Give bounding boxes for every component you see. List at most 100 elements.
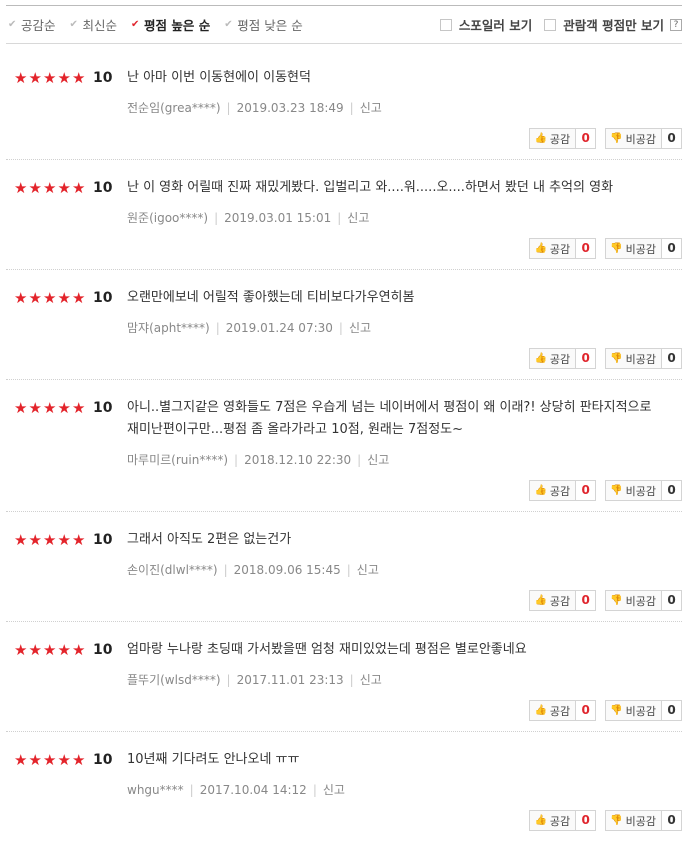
dislike-button[interactable]: 👎 비공감 0 <box>605 238 682 259</box>
dislike-count: 0 <box>667 131 676 145</box>
star-icon: ★ <box>28 641 42 659</box>
thumbs-up-icon: 👍 <box>534 815 547 826</box>
audience-checkbox[interactable] <box>544 18 557 31</box>
review-meta: 마루미르(ruin****) | 2018.12.10 22:30 | 신고 <box>127 451 389 468</box>
review-date: 2017.10.04 14:12 <box>199 783 307 797</box>
divider: | <box>338 321 343 335</box>
star-icon: ★ <box>72 751 86 769</box>
star-rating: ★ ★ ★ ★ ★ <box>14 290 87 306</box>
audience-filter[interactable]: 관람객 평점만 보기? <box>544 15 682 34</box>
like-count: 0 <box>581 483 590 497</box>
sort-bar: ✔ 공감순 ✔ 최신순 ✔ 평점 높은 순 ✔ 평점 낮은 순 스포일러 보기 관람객 … <box>6 5 682 44</box>
report-link[interactable]: 신고 <box>357 563 379 577</box>
star-icon: ★ <box>14 289 28 307</box>
divider: | <box>226 101 231 115</box>
vote-buttons: 👍 공감 0 👎 비공감 0 <box>520 238 682 259</box>
thumbs-down-icon: 👎 <box>610 133 623 144</box>
like-count: 0 <box>581 703 590 717</box>
thumbs-up-icon: 👍 <box>534 243 547 254</box>
review-meta: 플뚜기(wlsd****) | 2017.11.01 23:13 | 신고 <box>127 671 382 688</box>
star-rating: ★ ★ ★ ★ ★ <box>14 400 87 416</box>
vote-buttons: 👍 공감 0 👎 비공감 0 <box>520 128 682 149</box>
star-icon: ★ <box>57 751 71 769</box>
spoiler-filter[interactable]: 스포일러 보기 <box>439 15 532 34</box>
review-meta: 원준(igoo****) | 2019.03.01 15:01 | 신고 <box>127 209 369 226</box>
star-icon: ★ <box>43 399 57 417</box>
star-icon: ★ <box>14 69 28 87</box>
review-text: 10년째 기다려도 안나오네 ㅠㅠ <box>127 752 300 767</box>
review-item: ★ ★ ★ ★ ★ 10 아니..별그지같은 영화들도 7점은 우습게 넘는 네이버에서… <box>6 400 682 512</box>
dislike-button[interactable]: 👎 비공감 0 <box>605 128 682 149</box>
review-score: 10 <box>93 180 113 196</box>
like-button[interactable]: 👍 공감 0 <box>529 700 597 721</box>
help-icon[interactable]: ? <box>670 18 682 31</box>
report-link[interactable]: 신고 <box>360 673 382 687</box>
vote-buttons: 👍 공감 0 👎 비공감 0 <box>520 590 682 611</box>
star-icon: ★ <box>57 399 71 417</box>
star-icon: ★ <box>14 641 28 659</box>
review-author: 원준(igoo****) <box>127 211 209 225</box>
report-link[interactable]: 신고 <box>323 783 345 797</box>
vote-buttons: 👍 공감 0 👎 비공감 0 <box>520 348 682 369</box>
thumbs-down-icon: 👎 <box>610 353 623 364</box>
dislike-button[interactable]: 👎 비공감 0 <box>605 480 682 501</box>
divider: | <box>226 673 231 687</box>
dislike-count: 0 <box>667 483 676 497</box>
like-button[interactable]: 👍 공감 0 <box>529 480 597 501</box>
thumbs-down-icon: 👎 <box>610 485 623 496</box>
like-button[interactable]: 👍 공감 0 <box>529 128 597 149</box>
star-icon: ★ <box>28 751 42 769</box>
thumbs-up-icon: 👍 <box>534 485 547 496</box>
report-link[interactable]: 신고 <box>347 211 369 225</box>
star-icon: ★ <box>57 179 71 197</box>
star-icon: ★ <box>14 531 28 549</box>
review-text: 그래서 아직도 2편은 없는건가 <box>127 532 292 547</box>
review-date: 2018.12.10 22:30 <box>244 453 352 467</box>
star-icon: ★ <box>57 641 71 659</box>
divider: | <box>349 673 354 687</box>
check-icon: ✔ <box>69 19 78 30</box>
report-link[interactable]: 신고 <box>360 101 382 115</box>
review-text: 난 아마 이번 이동현에이 이동현덕 <box>127 70 311 85</box>
like-button[interactable]: 👍 공감 0 <box>529 238 597 259</box>
vote-buttons: 👍 공감 0 👎 비공감 0 <box>520 700 682 721</box>
review-author: 플뚜기(wlsd****) <box>127 673 221 687</box>
vote-buttons: 👍 공감 0 👎 비공감 0 <box>520 480 682 501</box>
star-icon: ★ <box>14 179 28 197</box>
check-icon: ✔ <box>131 19 140 30</box>
star-icon: ★ <box>43 641 57 659</box>
divider: | <box>189 783 194 797</box>
thumbs-down-icon: 👎 <box>610 595 623 606</box>
star-icon: ★ <box>43 179 57 197</box>
sort-sympathy[interactable]: ✔ 공감순 <box>8 15 56 34</box>
star-icon: ★ <box>14 751 28 769</box>
review-author: 손이진(dlwl****) <box>127 563 218 577</box>
star-rating: ★ ★ ★ ★ ★ <box>14 180 87 196</box>
report-link[interactable]: 신고 <box>367 453 389 467</box>
review-text: 엄마랑 누나랑 초딩때 가서봤을땐 엄청 재미있었는데 평점은 별로안좋네요 <box>127 642 527 657</box>
divider: | <box>214 211 219 225</box>
review-meta: 손이진(dlwl****) | 2018.09.06 15:45 | 신고 <box>127 561 379 578</box>
review-score: 10 <box>93 642 113 658</box>
dislike-button[interactable]: 👎 비공감 0 <box>605 700 682 721</box>
filter-group: 스포일러 보기 관람객 평점만 보기? <box>428 15 682 34</box>
review-text: 오랜만에보네 어릴적 좋아했는데 티비보다가우연히봄 <box>127 290 415 305</box>
like-count: 0 <box>581 131 590 145</box>
review-item: ★ ★ ★ ★ ★ 10 10년째 기다려도 안나오네 ㅠㅠ whgu**** | 2017… <box>6 752 682 838</box>
report-link[interactable]: 신고 <box>349 321 371 335</box>
like-button[interactable]: 👍 공감 0 <box>529 348 597 369</box>
like-button[interactable]: 👍 공감 0 <box>529 590 597 611</box>
sort-high-score[interactable]: ✔ 평점 높은 순 <box>131 15 210 34</box>
like-button[interactable]: 👍 공감 0 <box>529 810 597 831</box>
review-date: 2019.03.23 18:49 <box>236 101 344 115</box>
review-score: 10 <box>93 70 113 86</box>
dislike-button[interactable]: 👎 비공감 0 <box>605 810 682 831</box>
dislike-button[interactable]: 👎 비공감 0 <box>605 590 682 611</box>
like-count: 0 <box>581 593 590 607</box>
sort-low-score[interactable]: ✔ 평점 낮은 순 <box>224 15 302 34</box>
sort-latest[interactable]: ✔ 최신순 <box>70 15 118 34</box>
spoiler-checkbox[interactable] <box>439 18 452 31</box>
thumbs-up-icon: 👍 <box>534 353 547 364</box>
dislike-button[interactable]: 👎 비공감 0 <box>605 348 682 369</box>
divider: | <box>223 563 228 577</box>
